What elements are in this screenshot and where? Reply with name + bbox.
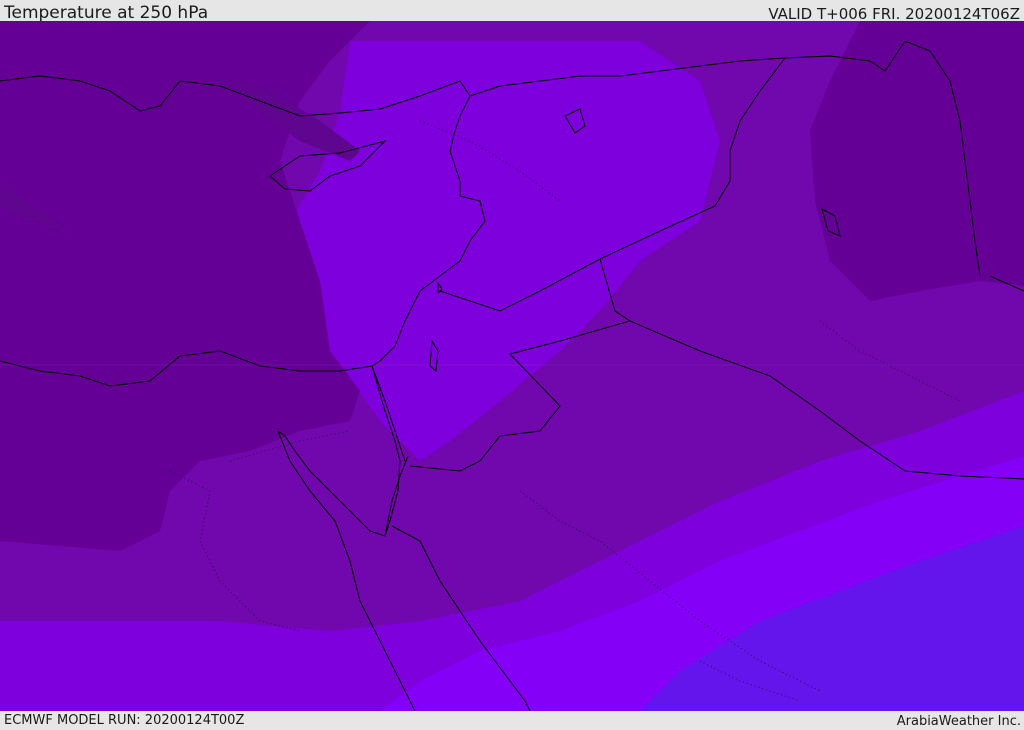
header-bar: Temperature at 250 hPa VALID T+006 FRI. … bbox=[0, 0, 1024, 23]
temperature-map bbox=[0, 21, 1024, 711]
footer-bar: ECMWF MODEL RUN: 20200124T00Z ArabiaWeat… bbox=[0, 711, 1024, 729]
model-run-label: ECMWF MODEL RUN: 20200124T00Z bbox=[4, 713, 245, 728]
map-canvas bbox=[0, 21, 1024, 711]
credit-label: ArabiaWeather Inc. bbox=[896, 714, 1021, 729]
temperature-band-cold-east bbox=[810, 21, 1024, 301]
